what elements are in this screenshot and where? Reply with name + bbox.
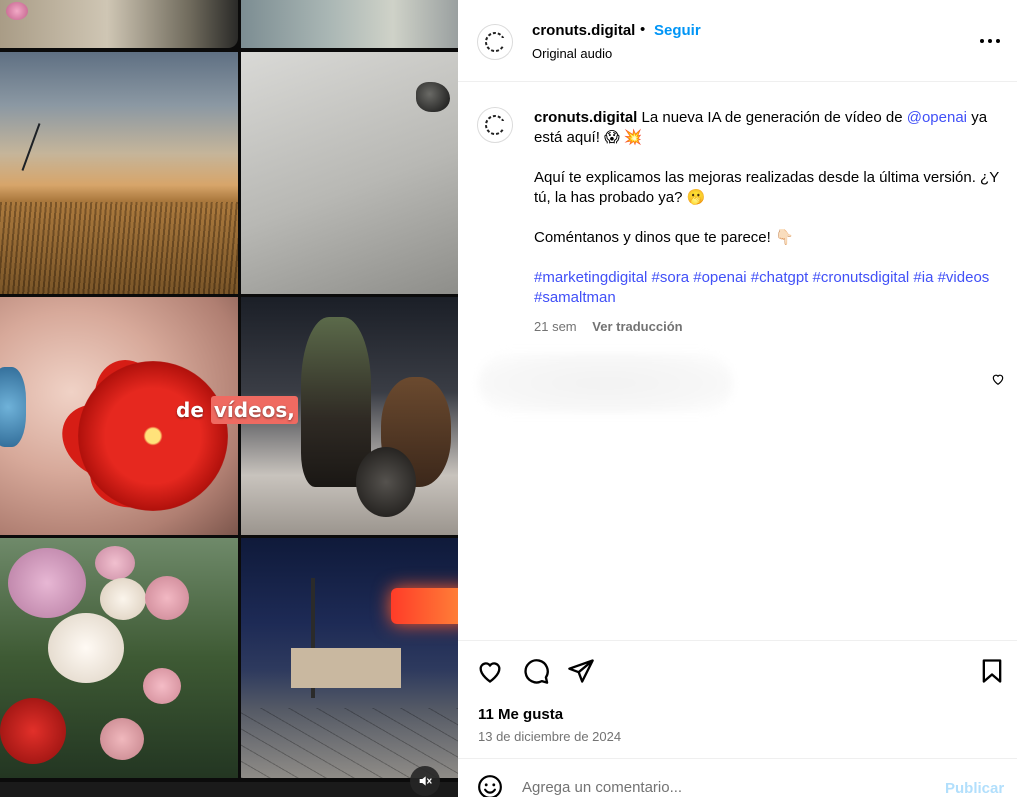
media-tile-grey — [241, 52, 458, 294]
caption-text: cronuts.digital La nueva IA de generació… — [534, 108, 1004, 314]
mention-link[interactable]: @openai — [907, 109, 967, 126]
video-caption: de vídeos, — [170, 393, 304, 427]
more-horizontal-icon — [980, 39, 1000, 43]
like-heart-icon[interactable] — [476, 657, 504, 685]
post-actions: 11 Me gusta 13 de diciembre de 2024 — [458, 640, 1017, 758]
video-caption-word: de — [176, 398, 204, 422]
speaker-muted-icon — [419, 776, 432, 786]
post-date: 13 de diciembre de 2024 — [478, 729, 622, 744]
video-caption-highlight: vídeos, — [210, 396, 298, 424]
comment-input[interactable] — [522, 779, 902, 796]
media-tile-wheat-field — [0, 52, 238, 294]
header-separator: • — [640, 21, 646, 38]
avatar[interactable] — [477, 24, 513, 60]
post-header: cronuts.digital • Seguir Original audio — [458, 0, 1017, 82]
caption-paragraph-2: Aquí te explicamos las mejoras realizada… — [534, 169, 999, 206]
media-tile-bottom — [0, 782, 458, 797]
caption-line1: La nueva IA de generación de vídeo de — [641, 109, 903, 126]
hashtags[interactable]: #marketingdigital #sora #openai #chatgpt… — [534, 268, 1004, 308]
comment-bar: Publicar — [458, 758, 1017, 797]
post-media[interactable]: de vídeos, — [0, 0, 458, 797]
cronuts-logo-icon — [485, 32, 505, 52]
original-audio-link[interactable]: Original audio — [532, 46, 612, 61]
follow-button[interactable]: Seguir — [654, 22, 701, 39]
comment-like-heart-icon[interactable] — [991, 372, 1005, 386]
cronuts-logo-icon — [485, 115, 505, 135]
share-send-icon[interactable] — [567, 657, 595, 685]
caption-meta: 21 sem Ver traducción — [534, 319, 683, 334]
blurred-comment — [478, 353, 733, 413]
media-tile-night-street — [241, 538, 458, 778]
caption-paragraph-3: Coméntanos y dinos que te parece! 👇🏻 — [534, 229, 794, 246]
caption-avatar[interactable] — [477, 107, 513, 143]
post-caption-area: cronuts.digital La nueva IA de generació… — [458, 83, 1017, 639]
media-tile-top-left — [0, 0, 238, 48]
header-username[interactable]: cronuts.digital — [532, 22, 635, 39]
media-tile-bouquet — [0, 538, 238, 778]
emoji-smiley-icon[interactable] — [477, 774, 503, 797]
comment-bubble-icon[interactable] — [522, 657, 550, 685]
likes-count[interactable]: 11 Me gusta — [478, 706, 563, 723]
media-tile-top-right — [241, 0, 458, 48]
bookmark-icon[interactable] — [978, 657, 1006, 685]
post-age[interactable]: 21 sem — [534, 319, 577, 334]
translate-link[interactable]: Ver traducción — [592, 319, 682, 334]
more-options-button[interactable] — [977, 28, 1003, 54]
post-panel: cronuts.digital • Seguir Original audio … — [458, 0, 1017, 797]
mute-button[interactable] — [410, 766, 440, 796]
publish-button[interactable]: Publicar — [945, 780, 1004, 797]
caption-username[interactable]: cronuts.digital — [534, 109, 637, 126]
